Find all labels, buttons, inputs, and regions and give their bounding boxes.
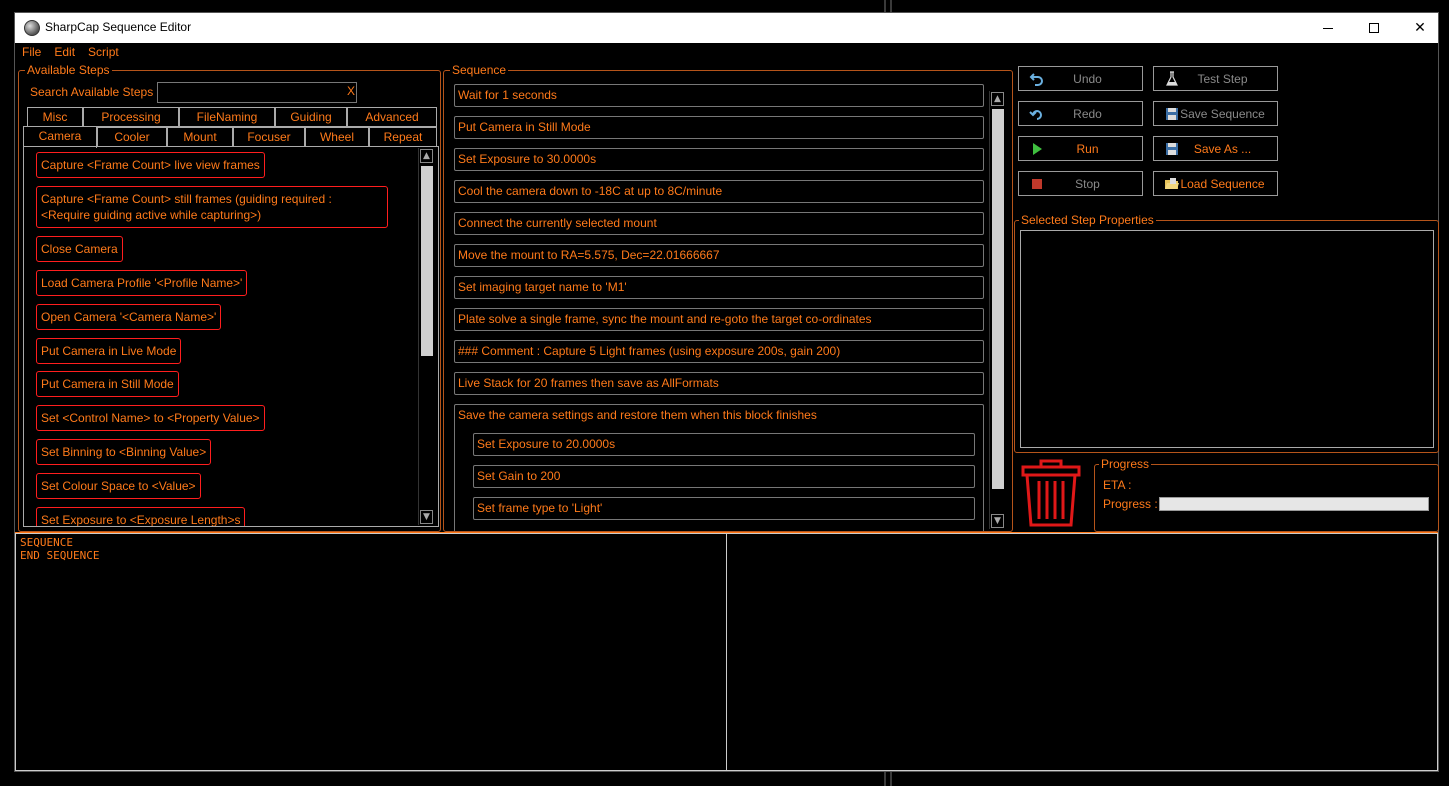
minimize-icon [1323, 27, 1333, 29]
scroll-thumb[interactable] [992, 109, 1004, 489]
script-text: SEQUENCE END SEQUENCE [20, 536, 100, 562]
available-step-item[interactable]: Set Exposure to <Exposure Length>s [36, 507, 246, 526]
available-step-item[interactable]: Set Colour Space to <Value> [36, 473, 201, 499]
background-divider [890, 770, 892, 786]
available-step-item[interactable]: Load Camera Profile '<Profile Name>' [36, 270, 248, 296]
menu-script[interactable]: Script [81, 43, 125, 61]
trash-icon[interactable] [1019, 459, 1083, 527]
redo-label: Redo [1073, 107, 1102, 121]
tab-wheel[interactable]: Wheel [305, 127, 369, 147]
run-label: Run [1076, 142, 1099, 156]
available-step-item[interactable]: Set <Control Name> to <Property Value> [36, 405, 265, 431]
scroll-down-icon[interactable]: ▼ [420, 510, 433, 524]
sequence-step[interactable]: Set imaging target name to 'M1' [454, 276, 984, 299]
load-sequence-button[interactable]: Load Sequence [1153, 171, 1278, 196]
tab-filenaming[interactable]: FileNaming [179, 107, 275, 127]
available-step-item[interactable]: Open Camera '<Camera Name>' [36, 304, 222, 330]
steps-viewport: Capture <Frame Count> live view frames C… [24, 147, 420, 526]
available-step-item[interactable]: Set Binning to <Binning Value> [36, 439, 212, 465]
window-title: SharpCap Sequence Editor [45, 20, 192, 34]
tab-repeat[interactable]: Repeat [369, 127, 437, 147]
tab-mount[interactable]: Mount [167, 127, 233, 147]
sequence-viewport: Wait for 1 seconds Put Camera in Still M… [444, 71, 992, 531]
step-properties-legend: Selected Step Properties [1019, 213, 1156, 227]
available-step-item[interactable]: Capture <Frame Count> still frames (guid… [36, 186, 388, 228]
tab-guiding[interactable]: Guiding [275, 107, 347, 127]
maximize-icon [1369, 23, 1379, 33]
sequence-child-step[interactable]: Set frame type to 'Light' [473, 497, 975, 520]
sequence-editor-window: SharpCap Sequence Editor ✕ File Edit Scr… [14, 12, 1439, 772]
available-step-item[interactable]: Close Camera [36, 236, 123, 262]
save-sequence-button[interactable]: Save Sequence [1153, 101, 1278, 126]
eta-label: ETA : [1103, 478, 1132, 492]
save-sequence-label: Save Sequence [1180, 107, 1265, 121]
save-as-label: Save As ... [1193, 142, 1252, 156]
sequence-step[interactable]: ### Comment : Capture 5 Light frames (us… [454, 340, 984, 363]
search-label: Search Available Steps [30, 85, 154, 99]
sequence-step[interactable]: Cool the camera down to -18C at up to 8C… [454, 180, 984, 203]
sharpcap-app-icon [24, 20, 40, 36]
tab-camera[interactable]: Camera [23, 126, 97, 148]
scroll-thumb[interactable] [421, 166, 433, 356]
maximize-button[interactable] [1351, 13, 1397, 43]
tab-cooler[interactable]: Cooler [97, 127, 167, 147]
title-bar: SharpCap Sequence Editor ✕ [15, 13, 1438, 43]
test-step-label: Test Step [1197, 72, 1248, 86]
sequence-step[interactable]: Put Camera in Still Mode [454, 116, 984, 139]
scroll-up-icon[interactable]: ▲ [420, 149, 433, 163]
save-as-button[interactable]: Save As ... [1153, 136, 1278, 161]
stop-label: Stop [1075, 177, 1100, 191]
load-sequence-label: Load Sequence [1180, 177, 1265, 191]
background-divider [884, 770, 886, 786]
sequence-step[interactable]: Move the mount to RA=5.575, Dec=22.01666… [454, 244, 984, 267]
sequence-step[interactable]: Live Stack for 20 frames then save as Al… [454, 372, 984, 395]
background-divider [884, 0, 886, 12]
progress-legend: Progress [1099, 457, 1152, 471]
close-icon: ✕ [1414, 20, 1426, 36]
script-editor[interactable]: SEQUENCE END SEQUENCE [15, 533, 727, 771]
sequence-child-step[interactable]: Set Exposure to 20.0000s [473, 433, 975, 456]
available-step-item[interactable]: Capture <Frame Count> live view frames [36, 152, 265, 178]
menu-bar: File Edit Script [15, 43, 125, 61]
clear-search-button[interactable]: X [347, 84, 355, 98]
undo-button[interactable]: Undo [1018, 66, 1143, 91]
tab-advanced[interactable]: Advanced [347, 107, 437, 127]
sequence-step[interactable]: Wait for 1 seconds [454, 84, 984, 107]
properties-grid[interactable] [1020, 230, 1434, 448]
redo-button[interactable]: Redo [1018, 101, 1143, 126]
sequence-scrollbar[interactable]: ▲ ▼ [989, 91, 1005, 529]
close-button[interactable]: ✕ [1397, 13, 1443, 43]
scroll-down-icon[interactable]: ▼ [991, 514, 1004, 528]
tab-focuser[interactable]: Focuser [233, 127, 305, 147]
menu-file[interactable]: File [15, 43, 47, 61]
sequence-child-step[interactable]: Set Gain to 200 [473, 465, 975, 488]
scroll-up-icon[interactable]: ▲ [991, 92, 1004, 106]
output-pane[interactable] [727, 533, 1438, 771]
search-input[interactable] [157, 82, 357, 103]
sequence-step[interactable]: Plate solve a single frame, sync the mou… [454, 308, 984, 331]
sequence-block-label: Save the camera settings and restore the… [458, 408, 817, 422]
available-steps-panel: Available Steps Search Available Steps X… [18, 63, 441, 532]
available-steps-legend: Available Steps [25, 63, 112, 77]
tab-processing[interactable]: Processing [83, 107, 179, 127]
steps-scrollbar[interactable]: ▲ ▼ [418, 148, 434, 525]
sequence-step[interactable]: Set Exposure to 30.0000s [454, 148, 984, 171]
background-divider [890, 0, 892, 12]
progress-panel: Progress ETA : Progress : [1094, 457, 1439, 532]
stop-button[interactable]: Stop [1018, 171, 1143, 196]
available-step-item[interactable]: Put Camera in Still Mode [36, 371, 179, 397]
sequence-step[interactable]: Connect the currently selected mount [454, 212, 984, 235]
progress-label: Progress : [1103, 497, 1158, 511]
tab-misc[interactable]: Misc [27, 107, 83, 127]
minimize-button[interactable] [1305, 13, 1351, 43]
step-properties-panel: Selected Step Properties [1014, 213, 1439, 453]
camera-steps-list: Capture <Frame Count> live view frames C… [23, 146, 439, 527]
progress-bar [1159, 497, 1429, 511]
sequence-panel: Sequence Wait for 1 seconds Put Camera i… [443, 63, 1013, 532]
run-button[interactable]: Run [1018, 136, 1143, 161]
test-step-button[interactable]: Test Step [1153, 66, 1278, 91]
menu-edit[interactable]: Edit [47, 43, 81, 61]
available-step-item[interactable]: Put Camera in Live Mode [36, 338, 182, 364]
undo-label: Undo [1073, 72, 1102, 86]
